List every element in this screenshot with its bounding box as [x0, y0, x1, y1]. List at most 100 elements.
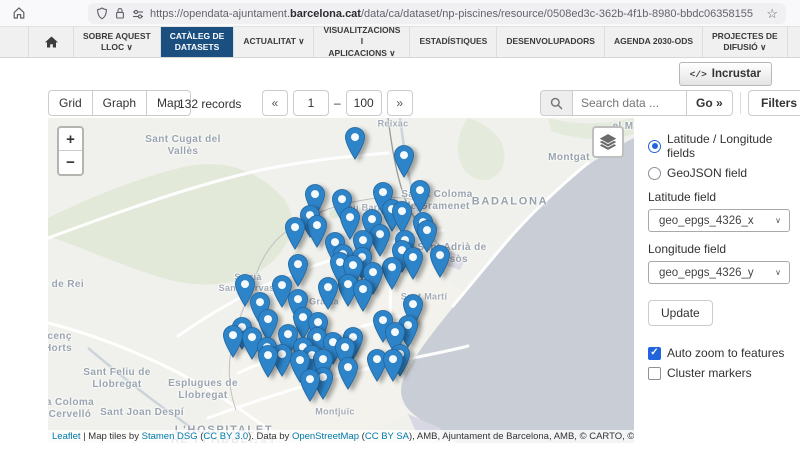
layers-control[interactable] [592, 126, 624, 158]
permissions-icon[interactable] [132, 8, 144, 20]
radio-geojson-field[interactable] [648, 167, 661, 180]
pagination: « – » [262, 90, 413, 116]
nav-item-sobre-aquest-lloc[interactable]: SOBRE AQUEST LLOC ∨ [74, 27, 161, 57]
geojson-field-option[interactable]: GeoJSON field [648, 166, 790, 180]
nav-item-label: AGENDA 2030-ODS [614, 36, 693, 47]
map-marker-pin[interactable] [318, 277, 338, 310]
toolbar-divider [740, 92, 741, 114]
map-marker-pin[interactable] [338, 357, 358, 390]
url-text: https://opendata-ajuntament.barcelona.ca… [150, 8, 760, 20]
nav-item-label: CATÀLEG DE DATASETS [170, 31, 225, 53]
attribution-text: ). Data by [248, 431, 292, 442]
map-marker-pin[interactable] [382, 257, 402, 290]
nav-item-label: PROJECTES DE DIFUSIÓ ∨ [712, 31, 778, 53]
prev-page-button[interactable]: « [262, 90, 288, 116]
map-marker-pin[interactable] [410, 180, 430, 213]
map-place-label: Reixac [378, 119, 409, 130]
embed-button[interactable]: </> Incrustar [679, 62, 772, 86]
chevron-down-icon: ∨ [775, 268, 781, 277]
map-place-label: BADALONA [472, 195, 549, 208]
filters-button[interactable]: Filters [748, 90, 800, 116]
records-count: 132 records [178, 97, 241, 111]
map[interactable]: Reixacel MaSant Cugat delVallèsMontgatSa… [48, 118, 634, 443]
map-marker-pin[interactable] [258, 345, 278, 378]
go-button[interactable]: Go » [687, 90, 733, 116]
embed-button-label: Incrustar [712, 68, 761, 80]
map-zoom-control: + − [57, 126, 84, 176]
nav-item-desenvolupadors[interactable]: DESENVOLUPADORS [497, 27, 605, 57]
auto-zoom-option[interactable]: ✓ Auto zoom to features [648, 346, 790, 360]
attribution-link[interactable]: CC BY 3.0 [203, 431, 248, 442]
graph-view-button[interactable]: Graph [92, 90, 146, 116]
zoom-out-button[interactable]: − [59, 151, 82, 174]
browser-chrome: https://opendata-ajuntament.barcelona.ca… [0, 0, 800, 27]
bookmark-star-icon[interactable]: ☆ [766, 7, 778, 20]
map-place-label: a ColomaCervelló [48, 397, 94, 421]
nav-item-visualitzacions-aplicacions[interactable]: VISUALITZACIONS I APLICACIONS ∨ [314, 27, 410, 57]
browser-home-icon[interactable] [12, 6, 26, 20]
map-marker-pin[interactable] [345, 127, 365, 160]
latitude-field-select[interactable]: geo_epgs_4326_x ∨ [648, 209, 790, 232]
lock-icon[interactable] [114, 7, 126, 20]
map-place-label: Sant Joan Despí [100, 407, 184, 419]
address-bar[interactable]: https://opendata-ajuntament.barcelona.ca… [88, 3, 786, 24]
longitude-field-value: geo_epgs_4326_y [659, 267, 775, 279]
map-marker-pin[interactable] [285, 217, 305, 250]
attribution-link[interactable]: CC BY SA [365, 431, 409, 442]
longitude-field-select[interactable]: geo_epgs_4326_y ∨ [648, 261, 790, 284]
nav-item-home[interactable] [28, 27, 74, 57]
layers-icon [597, 132, 619, 152]
grid-view-button[interactable]: Grid [48, 90, 92, 116]
map-place-label: icençHorts [48, 331, 72, 355]
map-field-panel: Latitude / Longitude fields GeoJSON fiel… [648, 132, 790, 386]
map-place-label: Montjuïc [315, 407, 354, 418]
home-icon [44, 35, 59, 49]
map-marker-pin[interactable] [394, 145, 414, 178]
map-marker-pin[interactable] [223, 325, 243, 358]
cluster-markers-checkbox[interactable] [648, 367, 661, 380]
map-marker-pin[interactable] [403, 247, 423, 280]
chevron-down-icon: ∨ [775, 216, 781, 225]
map-marker-pin[interactable] [353, 279, 373, 312]
radio-label: Latitude / Longitude fields [667, 132, 790, 160]
latitude-field-label: Latitude field [648, 190, 790, 204]
map-place-label: Esplugues deLlobregat [168, 378, 238, 402]
radio-latlon-fields[interactable] [648, 140, 661, 153]
update-button[interactable]: Update [648, 300, 713, 326]
nav-item-agenda-2030-ods[interactable]: AGENDA 2030-ODS [605, 27, 703, 57]
zoom-in-button[interactable]: + [59, 128, 82, 151]
attribution-link[interactable]: Leaflet [52, 431, 81, 442]
cluster-markers-option[interactable]: Cluster markers [648, 366, 790, 380]
map-marker-pin[interactable] [370, 224, 390, 257]
next-page-button[interactable]: » [387, 90, 413, 116]
nav-item-cataleg-de-datasets[interactable]: CATÀLEG DE DATASETS [161, 27, 235, 57]
map-attribution: Leaflet | Map tiles by Stamen DSG (CC BY… [48, 430, 634, 443]
search-input[interactable] [573, 90, 687, 116]
auto-zoom-checkbox[interactable]: ✓ [648, 347, 661, 360]
map-marker-pin[interactable] [383, 349, 403, 382]
map-marker-pin[interactable] [300, 369, 320, 402]
page-from-input[interactable] [293, 90, 329, 116]
shield-icon[interactable] [96, 7, 108, 20]
map-marker-pin[interactable] [430, 245, 450, 278]
url-path: /data/ca/dataset/np-piscines/resource/05… [361, 8, 753, 20]
attribution-link[interactable]: Stamen DSG [142, 431, 198, 442]
view-switcher: Grid Graph Map [48, 90, 191, 116]
map-marker-pin[interactable] [307, 215, 327, 248]
nav-item-label: VISUALITZACIONS I APLICACIONS ∨ [323, 25, 400, 58]
search-addon [540, 90, 573, 116]
nav-item-label: SOBRE AQUEST LLOC ∨ [83, 31, 151, 53]
map-overlay: Reixacel MaSant Cugat delVallèsMontgatSa… [48, 118, 634, 443]
nav-item-actualitat[interactable]: ACTUALITAT ∨ [234, 27, 314, 57]
longitude-field-label: Longitude field [648, 242, 790, 256]
latlon-fields-option[interactable]: Latitude / Longitude fields [648, 132, 790, 160]
nav-item-projectes-de-difusio[interactable]: PROJECTES DE DIFUSIÓ ∨ [703, 27, 788, 57]
page-to-input[interactable] [346, 90, 382, 116]
nav-item-estadistiques[interactable]: ESTADÍSTIQUES [410, 27, 497, 57]
nav-item-label: ESTADÍSTIQUES [419, 36, 487, 47]
url-domain: barcelona.cat [290, 8, 361, 20]
map-place-label: ns de Rei [48, 279, 84, 291]
checkbox-label: Auto zoom to features [667, 346, 784, 360]
map-place-label: Sant Cugat delVallès [145, 134, 221, 158]
attribution-link[interactable]: OpenStreetMap [292, 431, 359, 442]
